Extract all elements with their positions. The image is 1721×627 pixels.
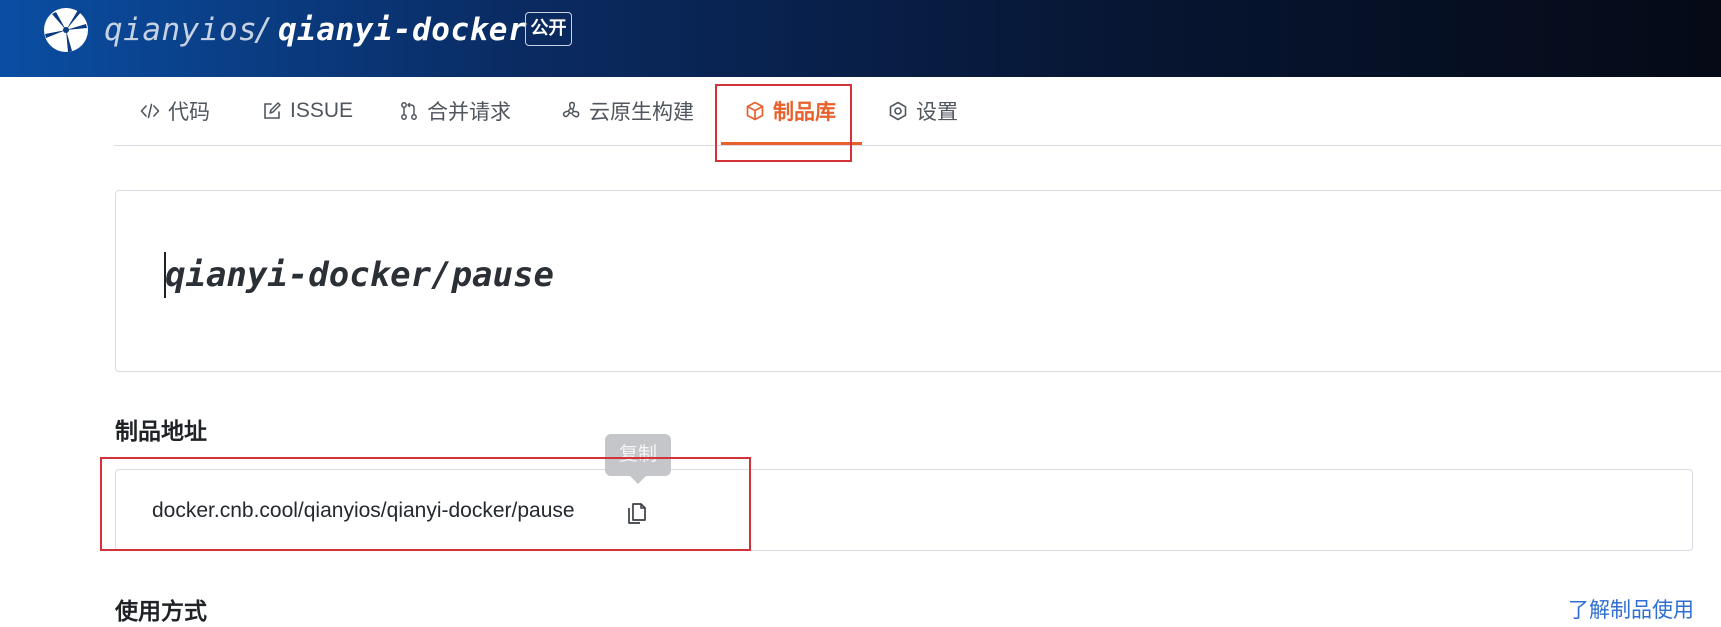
highlight-box-address — [100, 457, 751, 551]
repo-owner-link[interactable]: qianyios — [104, 10, 257, 50]
pull-request-icon — [399, 101, 419, 121]
build-icon — [561, 101, 581, 121]
code-icon — [140, 101, 160, 121]
logo-icon[interactable] — [42, 6, 90, 54]
repo-tabs: 代码 ISSUE 合并请求 云原生构建 制品库 设置 — [114, 77, 1721, 146]
visibility-badge: 公开 — [525, 12, 572, 46]
highlight-box-packages-tab — [715, 84, 852, 162]
tab-cloud-build-label: 云原生构建 — [589, 101, 694, 124]
tab-pull-requests[interactable]: 合并请求 — [399, 77, 511, 145]
tab-issue-label: ISSUE — [290, 99, 354, 122]
tab-pull-requests-label: 合并请求 — [427, 101, 511, 124]
tab-settings-label: 设置 — [916, 101, 958, 124]
tab-issue[interactable]: ISSUE — [262, 77, 353, 145]
learn-package-usage-link[interactable]: 了解制品使用 — [1568, 594, 1694, 624]
repo-name-link[interactable]: qianyi-docker — [278, 10, 527, 50]
path-separator: / — [254, 12, 273, 48]
repo-header: qianyios / qianyi-docker 公开 — [0, 0, 1721, 77]
settings-icon — [888, 101, 908, 121]
tab-cloud-build[interactable]: 云原生构建 — [561, 77, 694, 145]
issue-icon — [262, 101, 282, 121]
address-section-heading: 制品地址 — [115, 418, 207, 444]
tab-settings[interactable]: 设置 — [888, 77, 958, 145]
tab-code-label: 代码 — [168, 101, 210, 124]
tab-code[interactable]: 代码 — [140, 77, 210, 145]
package-title: qianyi-docker/pause — [165, 255, 554, 295]
usage-section-heading: 使用方式 — [115, 598, 207, 624]
